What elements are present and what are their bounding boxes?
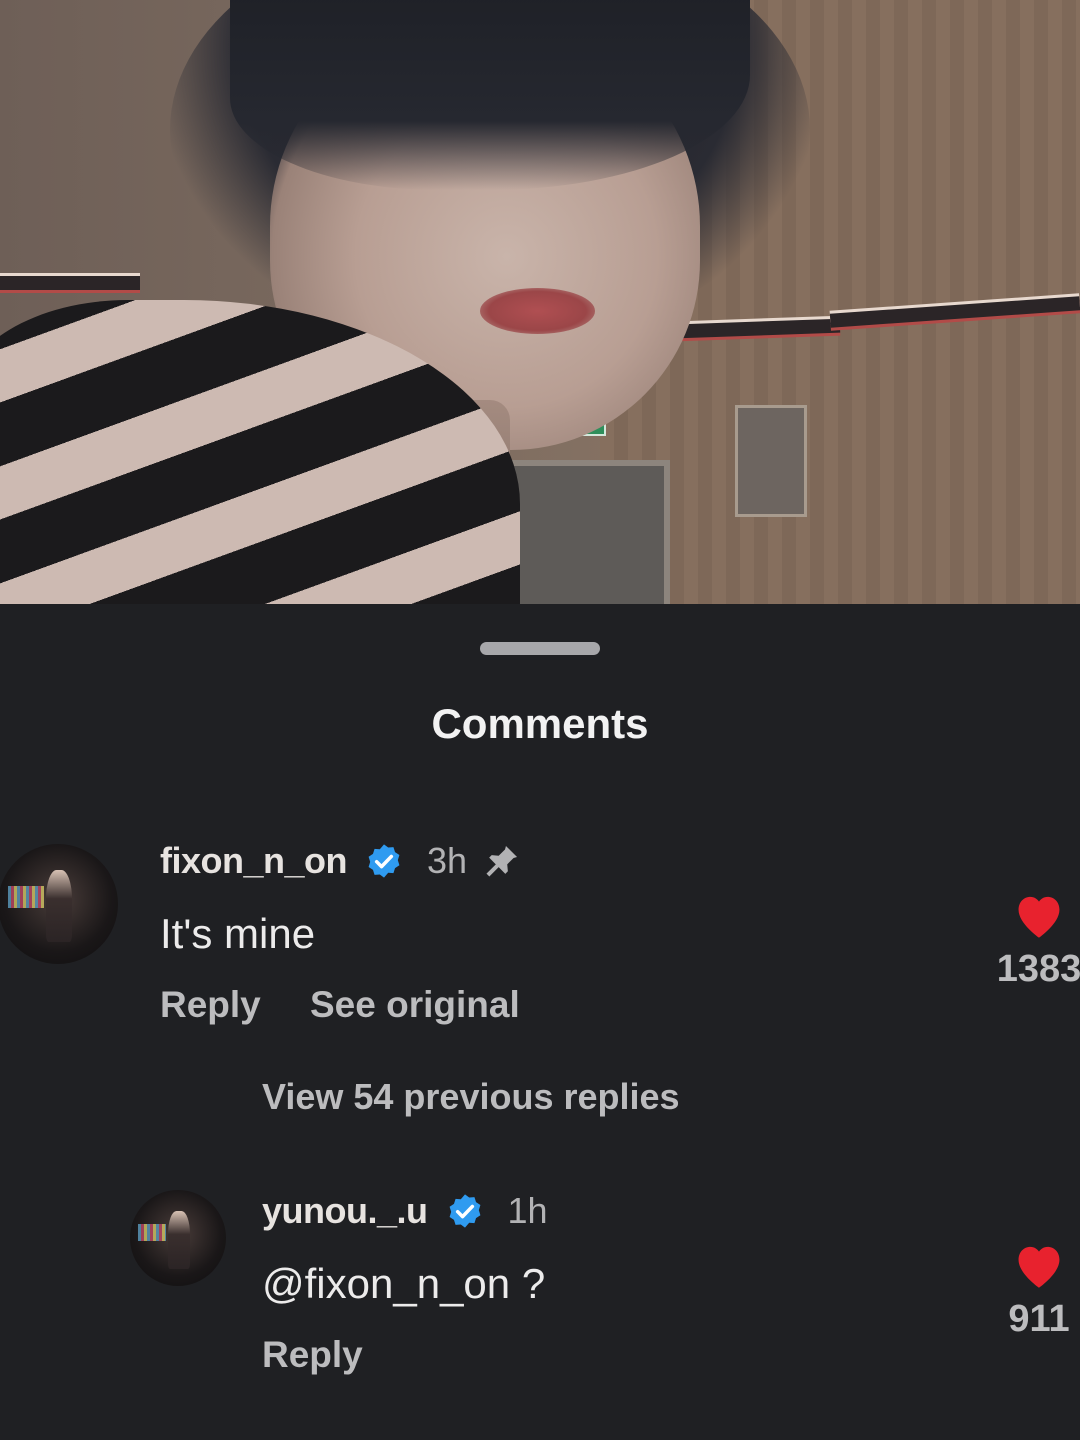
reply-button[interactable]: Reply (160, 984, 261, 1026)
verified-icon (363, 840, 405, 882)
like-button[interactable]: 1383 (984, 890, 1080, 991)
comment-text: It's mine (160, 910, 316, 957)
reply-button[interactable]: Reply (262, 1334, 363, 1376)
sheet-title: Comments (431, 700, 649, 747)
like-button[interactable]: 911 (984, 1240, 1080, 1341)
drag-handle[interactable] (480, 642, 600, 655)
video-background (0, 0, 1080, 604)
comment: fixon_n_on 3h It's mine Reply See origin… (0, 834, 1080, 1034)
view-previous-replies-button[interactable]: View 54 previous replies (262, 1076, 680, 1118)
pin-icon (483, 842, 521, 880)
comments-sheet: Comments fixon_n_on 3h It's mine Reply S… (0, 604, 1080, 1440)
avatar[interactable] (130, 1190, 226, 1286)
comment-username[interactable]: fixon_n_on (160, 840, 348, 882)
reply-time: 1h (507, 1190, 548, 1231)
reply-text: @fixon_n_on ? (262, 1260, 546, 1307)
heart-icon (1018, 1246, 1060, 1288)
reply-username[interactable]: yunou._.u (262, 1190, 428, 1232)
see-original-button[interactable]: See original (310, 984, 520, 1026)
verified-icon (444, 1190, 486, 1232)
like-count: 1383 (996, 948, 1080, 990)
comment-time: 3h (427, 840, 468, 881)
like-count: 911 (1008, 1298, 1070, 1340)
heart-icon (1018, 896, 1060, 938)
avatar[interactable] (0, 844, 118, 964)
reply-comment: yunou._.u 1h @fixon_n_on ? Reply 911 (0, 1184, 1080, 1384)
